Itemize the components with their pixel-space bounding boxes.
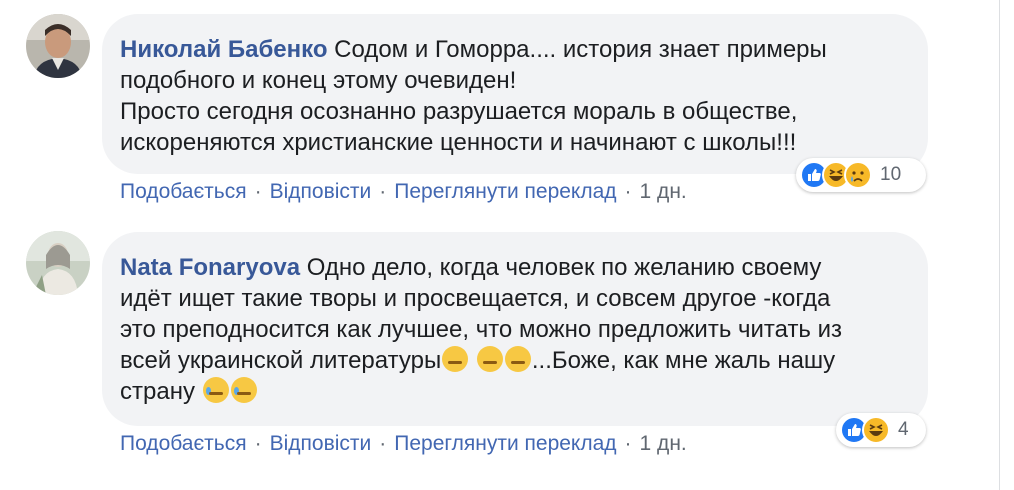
reply-link[interactable]: Відповісти [270, 432, 372, 455]
thinking-emoji-icon [442, 346, 469, 372]
avatar[interactable] [26, 14, 90, 78]
like-link[interactable]: Подобається [120, 180, 247, 203]
relieved-emoji-icon [504, 346, 531, 372]
comment-line: Nata Fonaryova Одно дело, когда человек … [120, 254, 822, 281]
reply-link[interactable]: Відповісти [270, 180, 372, 203]
comment-line: страну [120, 376, 904, 407]
comment-bubble: Nata Fonaryova Одно дело, когда человек … [102, 232, 928, 426]
see-translation-link[interactable]: Переглянути переклад [394, 432, 616, 455]
timestamp[interactable]: 1 дн. [640, 432, 687, 455]
comment-line: искореняются христианские ценности и нач… [120, 129, 797, 156]
separator: · [624, 180, 632, 203]
sad-tear-emoji-icon [202, 377, 229, 403]
separator: · [379, 180, 387, 203]
reaction-count: 4 [898, 419, 909, 440]
comment-line: это преподносится как лучшее, что можно … [120, 316, 843, 343]
separator: · [624, 432, 632, 455]
sad-icon [844, 161, 872, 189]
comment-author[interactable]: Николай Бабенко [120, 36, 327, 63]
comment-line: Николай Бабенко Содом и Гоморра.... исто… [120, 36, 827, 63]
comment-line: всей украинской литературы ...Боже, как … [120, 346, 836, 374]
comment-line: идёт ищет такие творы и просвещается, и … [120, 285, 831, 312]
comment-author[interactable]: Nata Fonaryova [120, 254, 300, 281]
haha-icon [862, 416, 890, 444]
relieved-emoji-icon [476, 346, 503, 372]
see-translation-link[interactable]: Переглянути переклад [394, 180, 616, 203]
comment-line: Просто сегодня осознанно разрушается мор… [120, 98, 798, 125]
page-divider [999, 0, 1000, 490]
comment-line: подобного и конец этому очевиден! [120, 67, 517, 94]
separator: · [254, 432, 262, 455]
avatar[interactable] [26, 231, 90, 295]
sad-tear-emoji-icon [230, 377, 257, 403]
comment-bubble: Николай Бабенко Содом и Гоморра.... исто… [102, 14, 928, 174]
separator: · [379, 432, 387, 455]
separator: · [254, 180, 262, 203]
comment-actions: Подобається · Відповісти · Переглянути перек… [120, 432, 687, 456]
reactions-summary[interactable]: 4 [836, 413, 926, 447]
reactions-summary[interactable]: 10 [796, 158, 926, 192]
timestamp[interactable]: 1 дн. [640, 180, 687, 203]
comment-actions: Подобається · Відповісти · Переглянути перек… [120, 180, 687, 204]
like-link[interactable]: Подобається [120, 432, 247, 455]
reaction-count: 10 [880, 164, 902, 185]
